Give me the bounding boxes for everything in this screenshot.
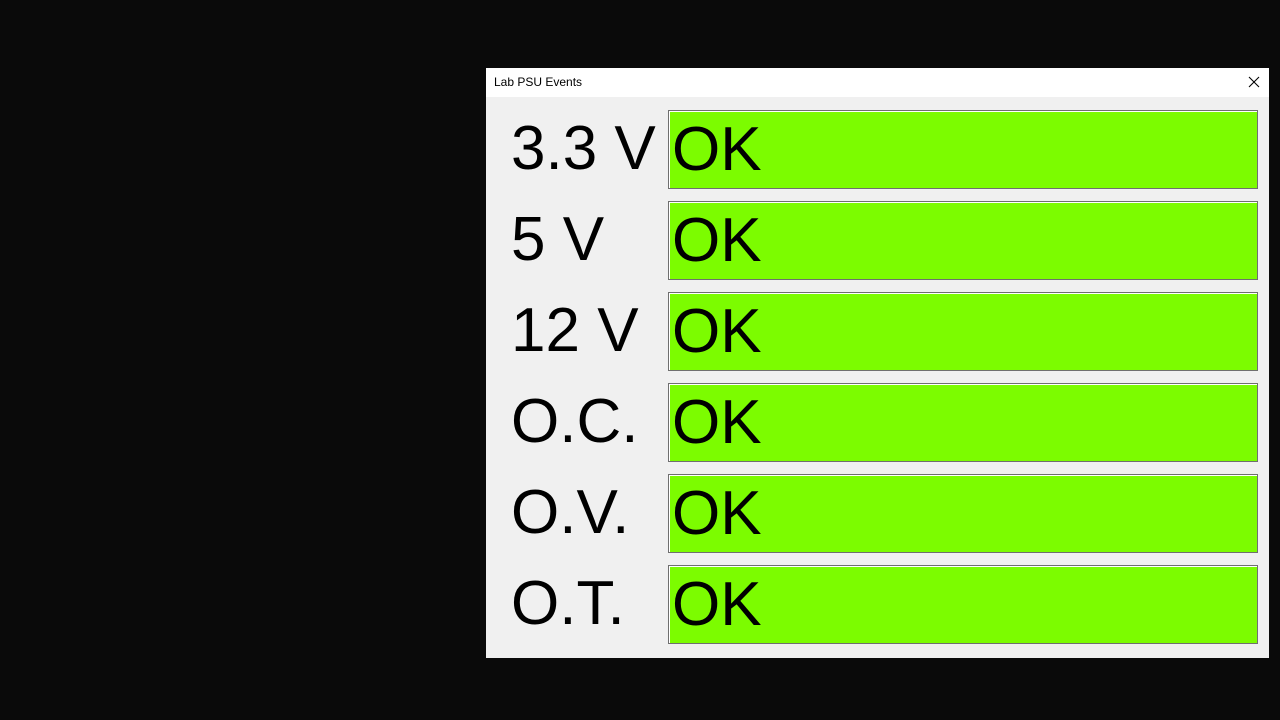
event-label: 3.3 V [511,114,656,183]
status-text: OK [672,206,762,275]
status-text: OK [672,115,762,184]
psu-events-window: Lab PSU Events 3.3 V OK 5 V OK 12 V OK O… [486,68,1269,658]
event-row-5v: 5 V OK [486,201,1269,281]
event-label: O.T. [511,569,625,638]
event-label: O.V. [511,478,630,547]
close-icon [1248,76,1260,88]
title-bar[interactable]: Lab PSU Events [486,68,1269,97]
status-text: OK [672,388,762,457]
window-title: Lab PSU Events [494,75,583,89]
event-label: O.C. [511,387,639,456]
status-indicator: OK [668,565,1258,644]
status-text: OK [672,570,762,639]
event-label: 12 V [511,296,639,365]
status-indicator: OK [668,292,1258,371]
event-row-over-current: O.C. OK [486,383,1269,463]
status-indicator: OK [668,201,1258,280]
event-row-over-temperature: O.T. OK [486,565,1269,645]
close-button[interactable] [1239,68,1269,97]
status-text: OK [672,479,762,548]
status-text: OK [672,297,762,366]
status-indicator: OK [668,110,1258,189]
event-row-over-voltage: O.V. OK [486,474,1269,554]
status-indicator: OK [668,383,1258,462]
event-label: 5 V [511,205,605,274]
status-indicator: OK [668,474,1258,553]
event-row-3v3: 3.3 V OK [486,110,1269,190]
event-row-12v: 12 V OK [486,292,1269,372]
